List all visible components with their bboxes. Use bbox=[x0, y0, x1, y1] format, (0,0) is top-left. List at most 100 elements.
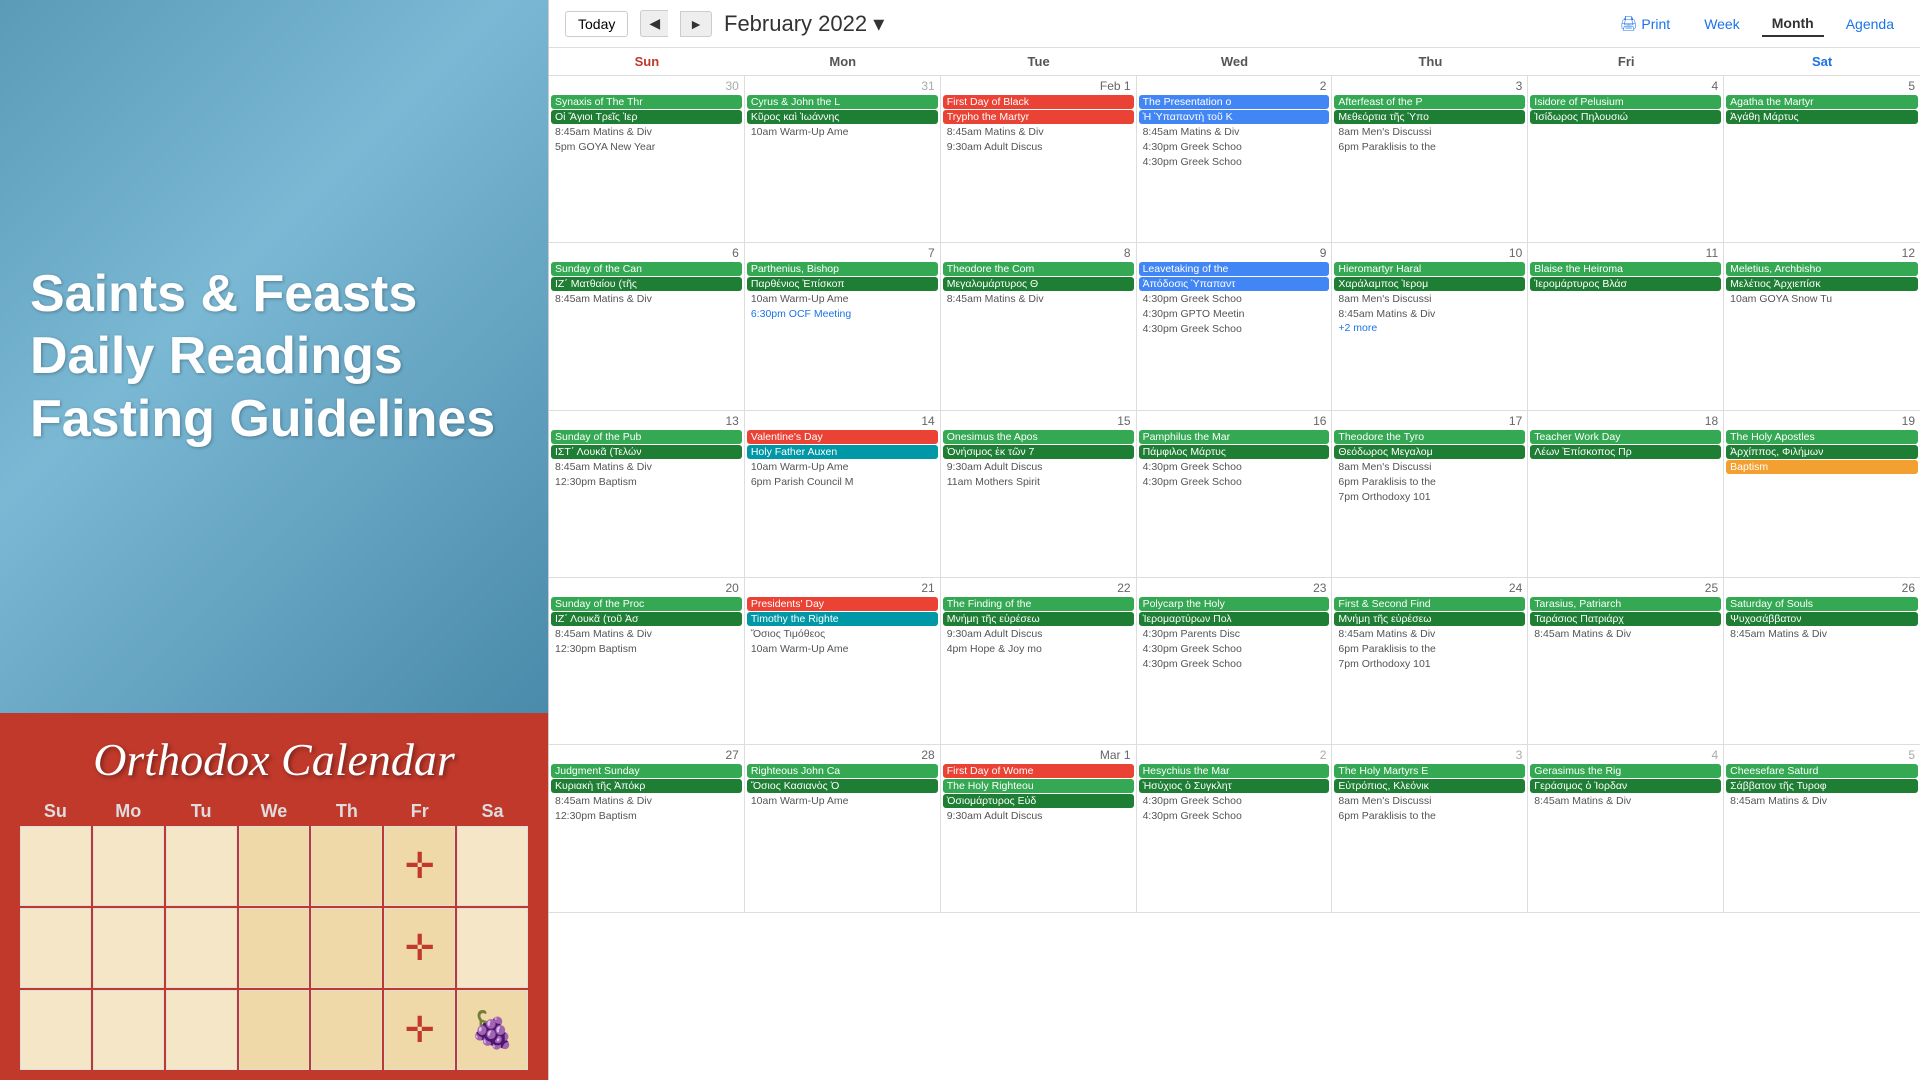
event-pill[interactable]: 7pm Orthodoxy 101 bbox=[1334, 657, 1525, 671]
event-pill[interactable]: 11am Mothers Spirit bbox=[943, 475, 1134, 489]
event-pill[interactable]: Μελέτιος Ἀρχιεπίσκ bbox=[1726, 277, 1918, 291]
event-pill[interactable]: Parthenius, Bishop bbox=[747, 262, 938, 276]
event-pill[interactable]: 8am Men's Discussi bbox=[1334, 125, 1525, 139]
event-pill[interactable]: Cheesefare Saturd bbox=[1726, 764, 1918, 778]
event-pill[interactable]: Λέων Ἐπίσκοπος Πρ bbox=[1530, 445, 1721, 459]
event-pill[interactable]: Meletius, Archbisho bbox=[1726, 262, 1918, 276]
event-pill[interactable]: ΙΣΤ΄ Λουκᾶ (Τελών bbox=[551, 445, 742, 459]
event-pill[interactable]: Ὅσιος Τιμόθεος bbox=[747, 627, 938, 641]
event-pill[interactable]: Πάμφιλος Μάρτυς bbox=[1139, 445, 1330, 459]
event-pill[interactable]: 4:30pm Greek Schoo bbox=[1139, 657, 1330, 671]
event-pill[interactable]: 8:45am Matins & Div bbox=[1139, 125, 1330, 139]
event-pill[interactable]: The Holy Martyrs E bbox=[1334, 764, 1525, 778]
event-pill[interactable]: 6pm Paraklisis to the bbox=[1334, 475, 1525, 489]
event-pill[interactable]: 8:45am Matins & Div bbox=[943, 125, 1134, 139]
event-pill[interactable]: Theodore the Tyro bbox=[1334, 430, 1525, 444]
event-pill[interactable]: 4pm Hope & Joy mo bbox=[943, 642, 1134, 656]
event-pill[interactable]: 8am Men's Discussi bbox=[1334, 794, 1525, 808]
event-pill[interactable]: Saturday of Souls bbox=[1726, 597, 1918, 611]
next-button[interactable]: ► bbox=[680, 11, 712, 37]
event-pill[interactable]: Κυριακὴ τῆς Ἀπόκρ bbox=[551, 779, 742, 793]
print-button[interactable]: 🖨 Print bbox=[1620, 15, 1671, 32]
event-pill[interactable]: Blaise the Heiroma bbox=[1530, 262, 1721, 276]
event-pill[interactable]: 4:30pm Parents Disc bbox=[1139, 627, 1330, 641]
event-pill[interactable]: 10am Warm-Up Ame bbox=[747, 292, 938, 306]
event-pill[interactable]: Θεόδωρος Μεγαλομ bbox=[1334, 445, 1525, 459]
event-pill[interactable]: 8:45am Matins & Div bbox=[1530, 794, 1721, 808]
event-pill[interactable]: Sunday of the Proc bbox=[551, 597, 742, 611]
event-pill[interactable]: ΙΖ΄ Λουκᾶ (τοῦ Ἀσ bbox=[551, 612, 742, 626]
event-pill[interactable]: 6pm Paraklisis to the bbox=[1334, 140, 1525, 154]
event-pill[interactable]: Σάββατον τῆς Τυροφ bbox=[1726, 779, 1918, 793]
event-pill[interactable]: Γεράσιμος ὁ Ἰορδαν bbox=[1530, 779, 1721, 793]
event-pill[interactable]: Μνήμη τῆς εὑρέσεω bbox=[943, 612, 1134, 626]
event-pill[interactable]: Ἡ Ὑπαπαντὴ τοῦ Κ bbox=[1139, 110, 1330, 124]
event-pill[interactable]: Sunday of the Pub bbox=[551, 430, 742, 444]
event-pill[interactable]: 8am Men's Discussi bbox=[1334, 460, 1525, 474]
event-pill[interactable]: Ἀπόδοσις Ὑπαπαντ bbox=[1139, 277, 1330, 291]
event-pill[interactable]: First Day of Wome bbox=[943, 764, 1134, 778]
event-pill[interactable]: 8:45am Matins & Div bbox=[551, 460, 742, 474]
event-pill[interactable]: Ἱερομάρτυρος Βλάσ bbox=[1530, 277, 1721, 291]
event-pill[interactable]: Synaxis of The Thr bbox=[551, 95, 742, 109]
event-pill[interactable]: 9:30am Adult Discus bbox=[943, 460, 1134, 474]
event-pill[interactable]: The Finding of the bbox=[943, 597, 1134, 611]
event-pill[interactable]: 8am Men's Discussi bbox=[1334, 292, 1525, 306]
event-pill[interactable]: First & Second Find bbox=[1334, 597, 1525, 611]
event-pill[interactable]: Presidents' Day bbox=[747, 597, 938, 611]
event-pill[interactable]: Gerasimus the Rig bbox=[1530, 764, 1721, 778]
event-pill[interactable]: 10am Warm-Up Ame bbox=[747, 794, 938, 808]
event-pill[interactable]: 10am Warm-Up Ame bbox=[747, 125, 938, 139]
event-pill[interactable]: 4:30pm Greek Schoo bbox=[1139, 642, 1330, 656]
event-pill[interactable]: 9:30am Adult Discus bbox=[943, 140, 1134, 154]
event-pill[interactable]: Cyrus & John the L bbox=[747, 95, 938, 109]
event-pill[interactable]: Οἱ Ἅγιοι Τρεῖς Ἱερ bbox=[551, 110, 742, 124]
event-pill[interactable]: 4:30pm Greek Schoo bbox=[1139, 475, 1330, 489]
event-pill[interactable]: Righteous John Ca bbox=[747, 764, 938, 778]
event-pill[interactable]: 8:45am Matins & Div bbox=[551, 125, 742, 139]
event-pill[interactable]: 6:30pm OCF Meeting bbox=[747, 307, 938, 321]
event-pill[interactable]: Κῦρος καὶ Ἰωάννης bbox=[747, 110, 938, 124]
more-events-link[interactable]: +2 more bbox=[1334, 321, 1381, 335]
event-pill[interactable]: 8:45am Matins & Div bbox=[1334, 307, 1525, 321]
event-pill[interactable]: The Presentation o bbox=[1139, 95, 1330, 109]
event-pill[interactable]: 5pm GOYA New Year bbox=[551, 140, 742, 154]
event-pill[interactable]: Polycarp the Holy bbox=[1139, 597, 1330, 611]
event-pill[interactable]: 4:30pm Greek Schoo bbox=[1139, 140, 1330, 154]
event-pill[interactable]: 4:30pm Greek Schoo bbox=[1139, 322, 1330, 336]
month-view-button[interactable]: Month bbox=[1762, 11, 1824, 37]
event-pill[interactable]: Hesychius the Mar bbox=[1139, 764, 1330, 778]
event-pill[interactable]: 8:45am Matins & Div bbox=[1334, 627, 1525, 641]
event-pill[interactable]: Holy Father Auxen bbox=[747, 445, 938, 459]
event-pill[interactable]: Μεθεόρτια τῆς Ὑπο bbox=[1334, 110, 1525, 124]
event-pill[interactable]: Ἀγάθη Μάρτυς bbox=[1726, 110, 1918, 124]
event-pill[interactable]: 6pm Paraklisis to the bbox=[1334, 642, 1525, 656]
event-pill[interactable]: 8:45am Matins & Div bbox=[1726, 794, 1918, 808]
month-title-text[interactable]: February 2022 bbox=[724, 11, 867, 36]
event-pill[interactable]: Ἀρχίππος, Φιλήμων bbox=[1726, 445, 1918, 459]
event-pill[interactable]: 8:45am Matins & Div bbox=[551, 794, 742, 808]
event-pill[interactable]: 4:30pm Greek Schoo bbox=[1139, 292, 1330, 306]
event-pill[interactable]: 12:30pm Baptism bbox=[551, 475, 742, 489]
event-pill[interactable]: Παρθένιος Ἐπίσκοπ bbox=[747, 277, 938, 291]
event-pill[interactable]: 4:30pm Greek Schoo bbox=[1139, 155, 1330, 169]
agenda-view-button[interactable]: Agenda bbox=[1836, 12, 1904, 36]
event-pill[interactable]: Ἱερομαρτύρων Πολ bbox=[1139, 612, 1330, 626]
event-pill[interactable]: Teacher Work Day bbox=[1530, 430, 1721, 444]
event-pill[interactable]: Ἰσίδωρος Πηλουσιώ bbox=[1530, 110, 1721, 124]
event-pill[interactable]: Εὐτρόπιος, Κλεόνικ bbox=[1334, 779, 1525, 793]
event-pill[interactable]: 12:30pm Baptism bbox=[551, 809, 742, 823]
event-pill[interactable]: Μνήμη τῆς εὑρέσεω bbox=[1334, 612, 1525, 626]
event-pill[interactable]: 6pm Paraklisis to the bbox=[1334, 809, 1525, 823]
event-pill[interactable]: ΙΖ΄ Ματθαίου (τῆς bbox=[551, 277, 742, 291]
event-pill[interactable]: Trypho the Martyr bbox=[943, 110, 1134, 124]
event-pill[interactable]: Afterfeast of the P bbox=[1334, 95, 1525, 109]
prev-button[interactable]: ◀ bbox=[640, 10, 668, 37]
event-pill[interactable]: 8:45am Matins & Div bbox=[943, 292, 1134, 306]
event-pill[interactable]: Baptism bbox=[1726, 460, 1918, 474]
event-pill[interactable]: Μεγαλομάρτυρος Θ bbox=[943, 277, 1134, 291]
event-pill[interactable]: 8:45am Matins & Div bbox=[1530, 627, 1721, 641]
event-pill[interactable]: Hieromartyr Haral bbox=[1334, 262, 1525, 276]
event-pill[interactable]: 4:30pm Greek Schoo bbox=[1139, 809, 1330, 823]
event-pill[interactable]: 10am Warm-Up Ame bbox=[747, 460, 938, 474]
